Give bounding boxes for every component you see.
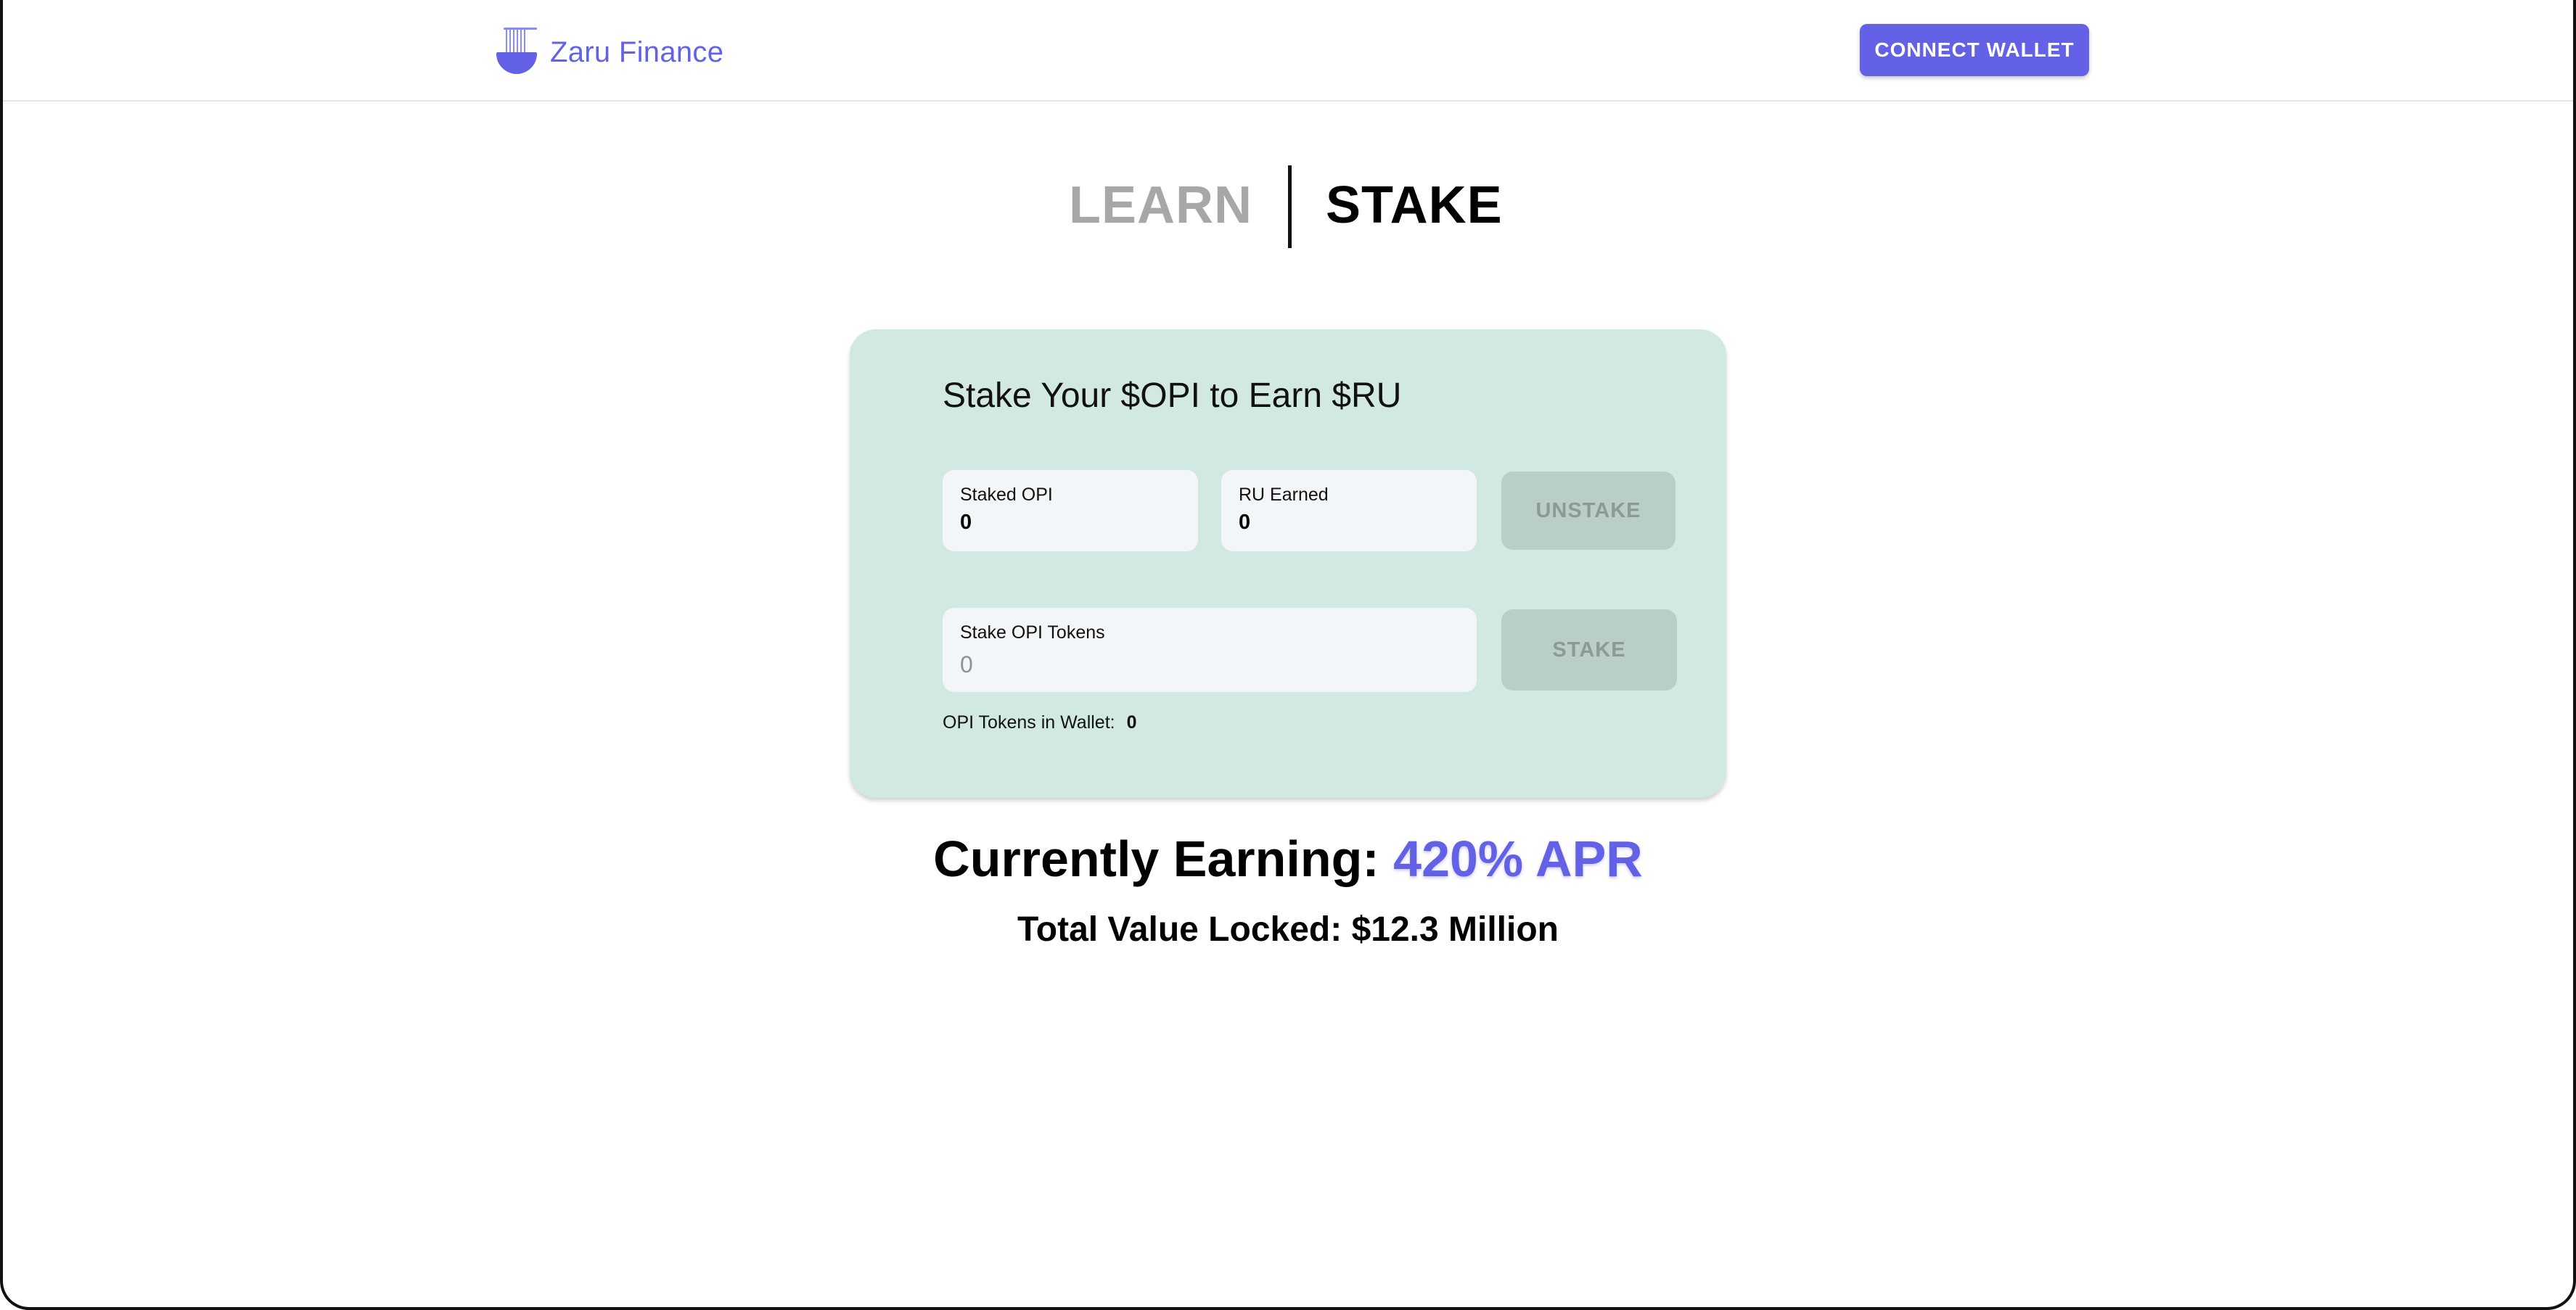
stake-opi-field: Stake OPI Tokens <box>943 608 1477 692</box>
apr-display: Currently Earning: 420% APR <box>0 830 2576 888</box>
stake-opi-label: Stake OPI Tokens <box>960 622 1105 643</box>
wallet-balance: OPI Tokens in Wallet: 0 <box>943 712 1137 733</box>
tab-stake[interactable]: STAKE <box>1326 176 1503 235</box>
tvl-label: Total Value Locked: <box>1017 910 1342 949</box>
top-bar: Zaru Finance CONNECT WALLET <box>0 0 2576 102</box>
earning-label: Currently Earning: <box>933 831 1379 887</box>
staked-opi-value: 0 <box>960 511 972 534</box>
staking-card: Stake Your $OPI to Earn $RU Staked OPI 0… <box>850 329 1726 798</box>
noodle-bowl-icon <box>493 26 540 78</box>
stake-button[interactable]: STAKE <box>1501 609 1677 691</box>
ru-earned-value: 0 <box>1239 511 1251 534</box>
stake-amount-input[interactable] <box>960 648 1453 680</box>
tvl-display: Total Value Locked: $12.3 Million <box>0 910 2576 949</box>
ru-earned-label: RU Earned <box>1239 485 1329 505</box>
tvl-value: $12.3 Million <box>1351 910 1559 949</box>
tab-divider <box>1288 165 1292 248</box>
unstake-button[interactable]: UNSTAKE <box>1501 471 1675 550</box>
wallet-balance-value: 0 <box>1126 712 1137 733</box>
section-tabs: LEARN STAKE <box>0 165 2576 250</box>
apr-value: 420% APR <box>1393 831 1643 887</box>
staked-opi-label: Staked OPI <box>960 485 1053 505</box>
brand-name: Zaru Finance <box>550 36 724 68</box>
ru-earned-field: RU Earned 0 <box>1221 470 1477 551</box>
staked-opi-field: Staked OPI 0 <box>943 470 1198 551</box>
tab-learn[interactable]: LEARN <box>1069 176 1252 235</box>
card-title: Stake Your $OPI to Earn $RU <box>943 376 1402 415</box>
connect-wallet-button[interactable]: CONNECT WALLET <box>1860 24 2089 76</box>
brand-link[interactable]: Zaru Finance <box>493 26 723 78</box>
wallet-balance-label: OPI Tokens in Wallet: <box>943 712 1115 733</box>
